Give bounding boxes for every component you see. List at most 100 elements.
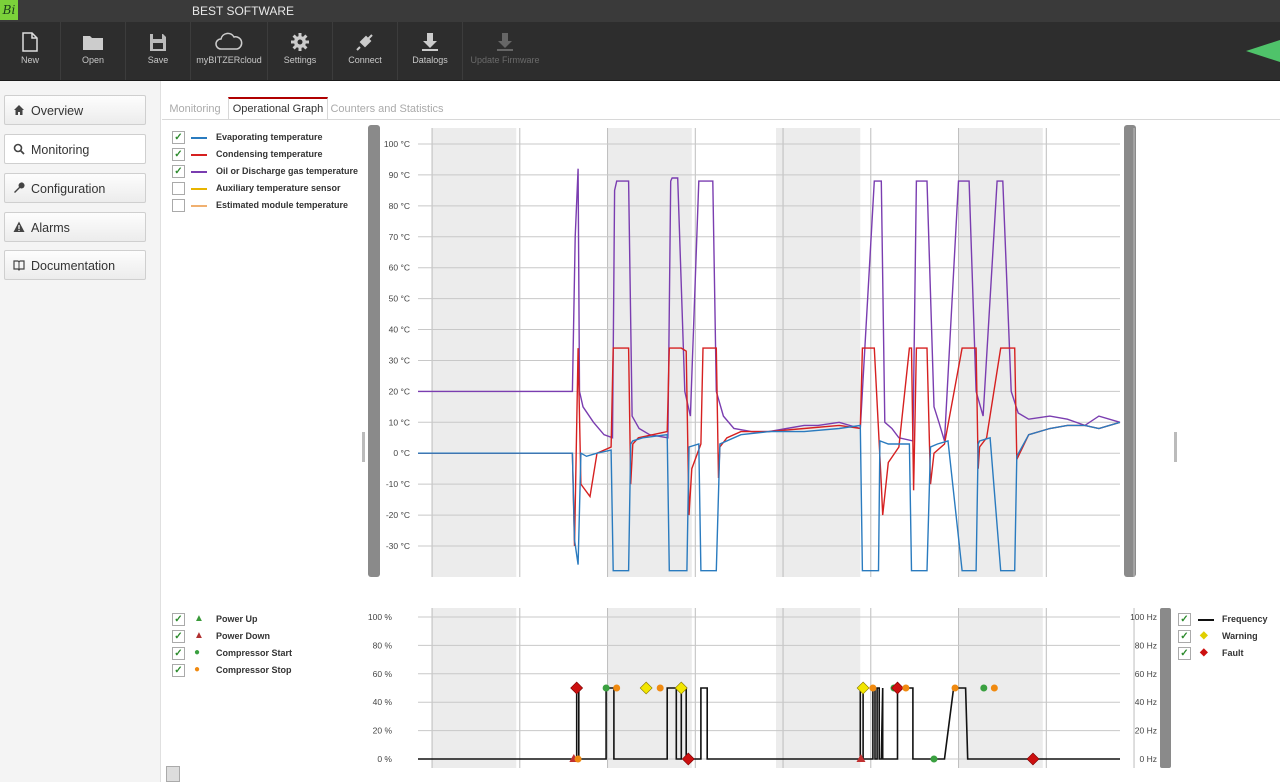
event-legend: ✓ ▲ Power Up ✓ ▲ Power Down ✓ ● Compressor Sta… xyxy=(172,613,362,683)
legend-auxiliary[interactable]: Auxiliary temperature sensor xyxy=(172,182,372,196)
legend-power-up[interactable]: ✓ ▲ Power Up xyxy=(172,613,372,627)
compressor-stop-marker xyxy=(902,684,910,692)
triangle-up-icon: ▲ xyxy=(194,613,204,624)
app-logo: Bi xyxy=(0,0,18,20)
checkbox[interactable]: ✓ xyxy=(172,664,185,677)
gear-icon xyxy=(291,33,309,51)
legend-power-down[interactable]: ✓ ▲ Power Down xyxy=(172,630,372,644)
legend-fault[interactable]: ✓ ◆ Fault xyxy=(1178,647,1278,661)
legend-warning[interactable]: ✓ ◆ Warning xyxy=(1178,630,1278,644)
temperature-chart: 100 °C 90 °C 80 °C 70 °C 60 °C 50 °C 40 °C 30 °… xyxy=(362,125,1177,577)
brand-flag-icon xyxy=(1246,40,1280,62)
y-tick-label: 10 °C xyxy=(389,417,410,427)
legend-oil-discharge[interactable]: ✓ Oil or Discharge gas temperature xyxy=(172,165,372,179)
temperature-legend: ✓ Evaporating temperature ✓ Condensing tem… xyxy=(172,131,362,212)
checkbox[interactable]: ✓ xyxy=(172,165,185,178)
datalogs-button[interactable]: Datalogs xyxy=(398,22,463,80)
frequency-legend: ✓ Frequency ✓ ◆ Warning ✓ ◆ Fault xyxy=(1178,613,1278,669)
connect-button[interactable]: Connect xyxy=(333,22,398,80)
compressor-start-marker xyxy=(930,755,938,763)
y-tick-label: -30 °C xyxy=(386,541,410,551)
cloud-icon xyxy=(215,32,243,50)
home-icon xyxy=(14,105,24,115)
scrollbar-left xyxy=(368,125,380,577)
series-swatch xyxy=(1198,619,1214,621)
save-button[interactable]: Save xyxy=(126,22,191,80)
compressor-start-marker xyxy=(980,684,988,692)
y-tick-label-right: 0 Hz xyxy=(1140,754,1157,764)
legend-compressor-start[interactable]: ✓ ● Compressor Start xyxy=(172,647,372,661)
time-band xyxy=(776,128,861,577)
checkbox[interactable]: ✓ xyxy=(172,131,185,144)
open-button[interactable]: Open xyxy=(61,22,126,80)
y-tick-label: 80 °C xyxy=(389,201,410,211)
diamond-icon: ◆ xyxy=(1200,647,1208,658)
fault-marker xyxy=(891,681,904,695)
checkbox[interactable]: ✓ xyxy=(172,148,185,161)
wrench-icon xyxy=(14,182,25,193)
update-firmware-button[interactable]: Update Firmware xyxy=(463,22,547,80)
title-bar: Bi BEST SOFTWARE xyxy=(0,0,1280,22)
checkbox[interactable]: ✓ xyxy=(172,647,185,660)
dot-icon: ● xyxy=(194,647,201,658)
y-tick-label: 60 °C xyxy=(389,263,410,273)
y-tick-label: 40 °C xyxy=(389,325,410,335)
book-icon xyxy=(13,260,25,271)
legend-compressor-stop[interactable]: ✓ ● Compressor Stop xyxy=(172,664,372,678)
y-tick-label-left: 0 % xyxy=(377,754,392,764)
y-tick-label-left: 40 % xyxy=(373,697,393,707)
sidebar-item-overview[interactable]: Overview xyxy=(4,95,146,125)
checkbox[interactable] xyxy=(172,182,185,195)
tab-operational-graph[interactable]: Operational Graph xyxy=(228,97,328,119)
y-tick-label-right: 20 Hz xyxy=(1135,726,1157,736)
plug-icon xyxy=(356,34,373,51)
dot-icon: ● xyxy=(194,664,201,675)
frequency-chart: 100 % 100 Hz 80 % 80 Hz 60 % 60 Hz 40 % 40 Hz 20… xyxy=(368,608,1171,768)
tab-counters-and-statistics[interactable]: Counters and Statistics xyxy=(328,97,446,119)
new-button[interactable]: New xyxy=(0,22,61,80)
legend-frequency[interactable]: ✓ Frequency xyxy=(1178,613,1278,627)
checkbox[interactable] xyxy=(172,199,185,212)
drag-handle-right xyxy=(1174,432,1177,462)
y-tick-label-right: 60 Hz xyxy=(1135,669,1157,679)
y-tick-label: 70 °C xyxy=(389,232,410,242)
checkbox[interactable]: ✓ xyxy=(172,613,185,626)
legend-evaporating[interactable]: ✓ Evaporating temperature xyxy=(172,131,372,145)
checkbox[interactable]: ✓ xyxy=(172,630,185,643)
y-tick-label: 90 °C xyxy=(389,170,410,180)
triangle-up-icon: ▲ xyxy=(194,630,204,641)
toolbar: New Open Save myBITZERcloud Settings Con… xyxy=(0,22,1280,81)
fault-marker xyxy=(570,681,584,695)
sidebar: Overview Monitoring Configuration Alarms… xyxy=(0,81,161,782)
sidebar-item-documentation[interactable]: Documentation xyxy=(4,250,146,280)
scrollbar-right xyxy=(1160,608,1171,768)
compressor-stop-marker xyxy=(951,684,959,692)
settings-button[interactable]: Settings xyxy=(268,22,333,80)
series-swatch xyxy=(191,205,207,207)
compressor-stop-marker xyxy=(656,684,664,692)
search-icon xyxy=(13,143,25,155)
sidebar-item-alarms[interactable]: Alarms xyxy=(4,212,146,242)
y-tick-label-right: 80 Hz xyxy=(1135,640,1157,650)
save-icon xyxy=(150,34,166,51)
tab-monitoring[interactable]: Monitoring xyxy=(162,97,228,119)
bottom-scroll-handle[interactable] xyxy=(166,766,180,782)
download-icon xyxy=(422,33,438,51)
mybitzercloud-button[interactable]: myBITZERcloud xyxy=(191,22,268,80)
y-tick-label: -10 °C xyxy=(386,479,410,489)
sidebar-item-monitoring[interactable]: Monitoring xyxy=(4,134,146,164)
legend-condensing[interactable]: ✓ Condensing temperature xyxy=(172,148,372,162)
sidebar-item-configuration[interactable]: Configuration xyxy=(4,173,146,203)
time-band xyxy=(776,608,861,768)
compressor-stop-marker xyxy=(869,684,877,692)
y-tick-label-left: 100 % xyxy=(368,612,393,622)
series-swatch xyxy=(191,171,207,173)
warning-icon xyxy=(13,221,25,232)
time-band xyxy=(958,608,1043,768)
tab-bar: Monitoring Operational Graph Counters an… xyxy=(162,97,1280,120)
compressor-stop-marker xyxy=(574,755,582,763)
legend-estimated-module[interactable]: Estimated module temperature xyxy=(172,199,372,213)
y-tick-label: 100 °C xyxy=(384,139,410,149)
y-tick-label: 30 °C xyxy=(389,355,410,365)
y-tick-label: 0 °C xyxy=(393,448,410,458)
